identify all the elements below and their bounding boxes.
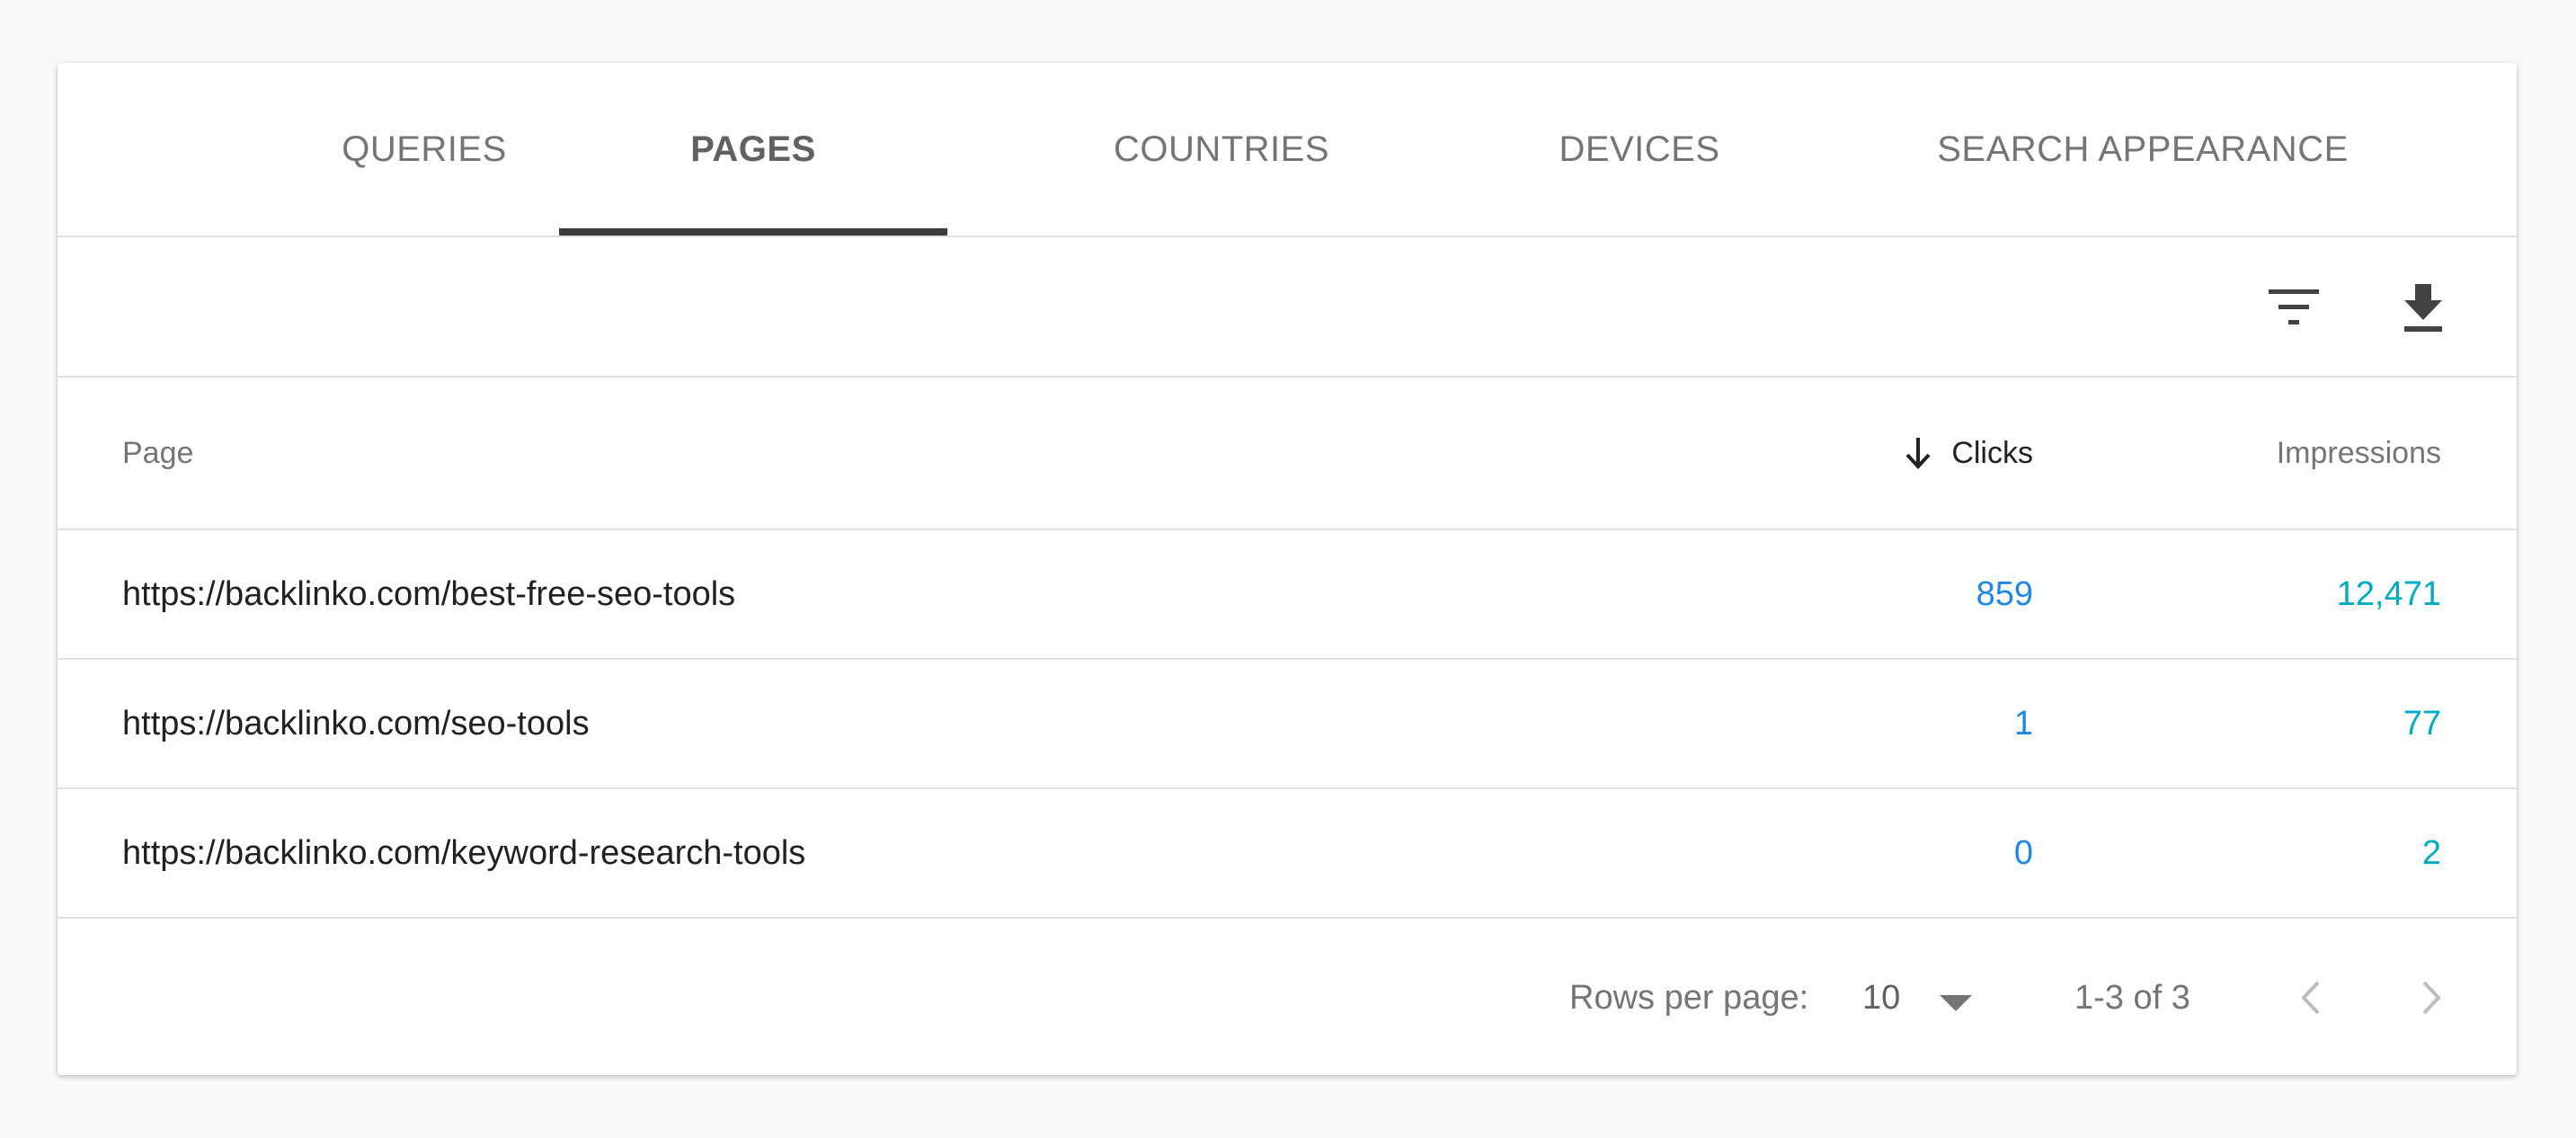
filter-button[interactable]: [2258, 271, 2330, 343]
column-header-clicks[interactable]: Clicks: [1903, 378, 2033, 529]
download-button[interactable]: [2387, 271, 2459, 343]
table-header: Page Clicks Impressions: [58, 378, 2517, 530]
column-header-page[interactable]: Page: [122, 378, 193, 529]
row-page-url[interactable]: https://backlinko.com/keyword-research-t…: [122, 789, 805, 917]
row-clicks: 0: [2013, 833, 2033, 872]
pagination-range: 1-3 of 3: [2074, 978, 2190, 1017]
row-impressions: 77: [2403, 704, 2441, 742]
tab-queries[interactable]: QUERIES: [237, 63, 611, 236]
arrow-downward-icon: [1905, 438, 1931, 469]
row-page-url[interactable]: https://backlinko.com/best-free-seo-tool…: [122, 530, 735, 658]
tab-search-appearance[interactable]: SEARCH APPEARANCE: [1873, 63, 2412, 236]
chevron-left-icon: [2301, 981, 2320, 1015]
row-clicks: 1: [2013, 704, 2033, 742]
filter-list-icon: [2269, 289, 2319, 325]
table-row[interactable]: https://backlinko.com/best-free-seo-tool…: [58, 530, 2517, 660]
row-impressions: 12,471: [2336, 574, 2441, 613]
next-page-button[interactable]: [2400, 920, 2463, 1075]
row-clicks: 859: [1976, 574, 2033, 613]
pagination-bar: Rows per page: 10 1-3 of 3: [58, 920, 2517, 1075]
tab-countries[interactable]: COUNTRIES: [983, 63, 1460, 236]
dropdown-arrow-icon: [1940, 995, 1973, 1011]
rows-per-page-label: Rows per page:: [1569, 978, 1809, 1017]
column-header-clicks-label: Clicks: [1951, 435, 2033, 470]
row-impressions: 2: [2421, 833, 2441, 872]
performance-table-card: QUERIES PAGES COUNTRIES DEVICES SEARCH A…: [58, 63, 2517, 1075]
active-tab-indicator: [559, 228, 947, 236]
chevron-right-icon: [2422, 981, 2441, 1015]
table-row[interactable]: https://backlinko.com/keyword-research-t…: [58, 789, 2517, 919]
row-page-url[interactable]: https://backlinko.com/seo-tools: [122, 660, 590, 787]
download-icon: [2404, 284, 2442, 332]
table-row[interactable]: https://backlinko.com/seo-tools 1 77: [58, 660, 2517, 789]
tab-pages[interactable]: PAGES: [559, 63, 947, 236]
tab-devices[interactable]: DEVICES: [1442, 63, 1837, 236]
tab-bar: QUERIES PAGES COUNTRIES DEVICES SEARCH A…: [58, 63, 2517, 237]
column-header-impressions[interactable]: Impressions: [2277, 378, 2441, 529]
rows-per-page-select[interactable]: 10: [1862, 920, 2042, 1075]
previous-page-button[interactable]: [2279, 920, 2342, 1075]
rows-per-page-value: 10: [1862, 978, 1901, 1017]
table-toolbar: [58, 237, 2517, 378]
